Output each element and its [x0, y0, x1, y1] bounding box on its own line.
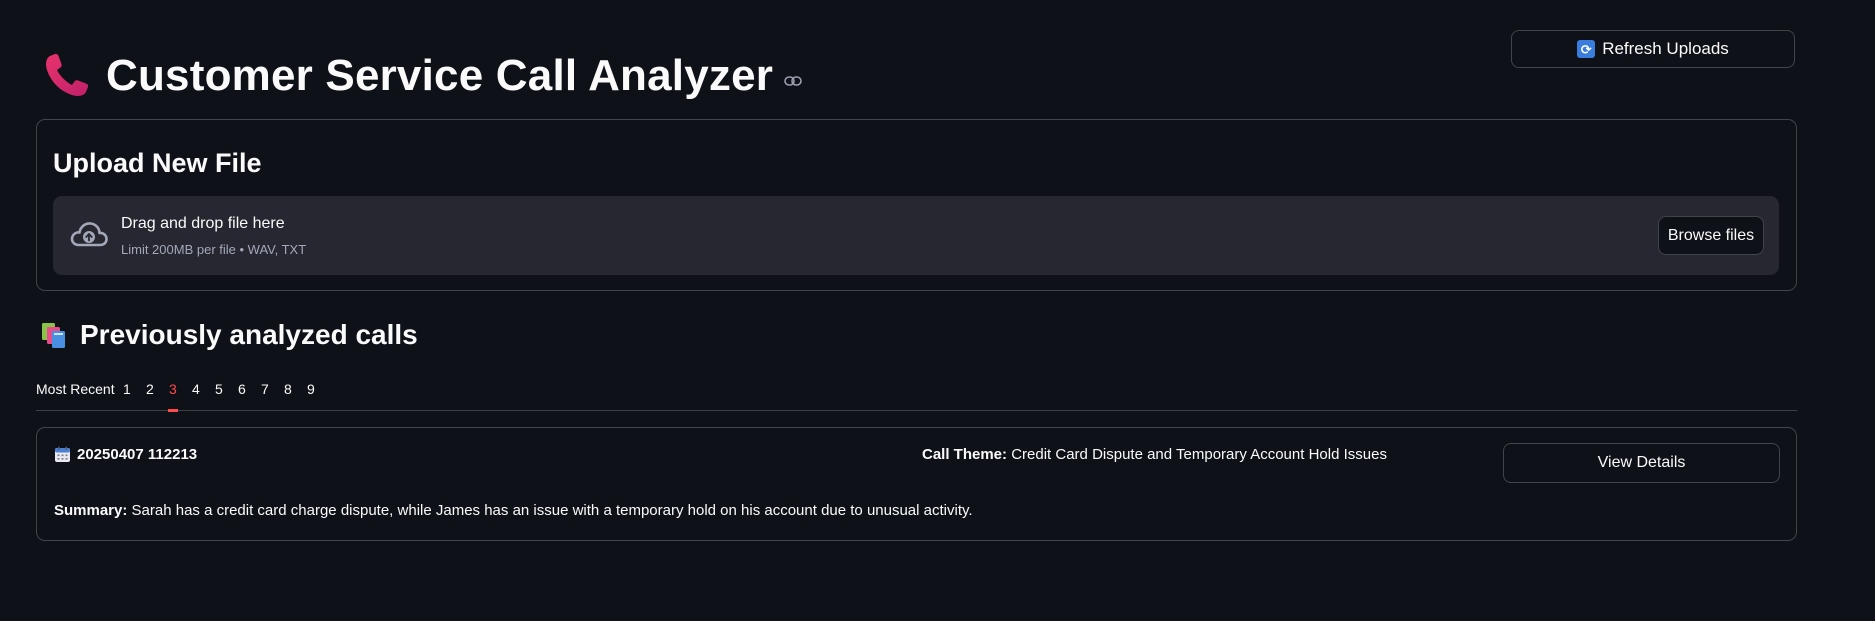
call-id-text: 20250407 112213: [77, 446, 198, 463]
call-theme-label: Call Theme:: [922, 446, 1008, 463]
refresh-uploads-label: Refresh Uploads: [1602, 39, 1729, 58]
call-id: 20250407 112213: [54, 446, 197, 463]
tab-4[interactable]: 4: [192, 381, 200, 409]
tab-6[interactable]: 6: [238, 381, 246, 409]
tab-5[interactable]: 5: [215, 381, 223, 409]
refresh-icon: ⟳: [1577, 40, 1596, 58]
browse-files-button[interactable]: Browse files: [1658, 216, 1764, 255]
history-tabs: Most Recent 1 2 3 4 5 6 7 8 9: [36, 378, 1797, 412]
page-title: Customer Service Call Analyzer: [106, 51, 774, 100]
dropzone-limit: Limit 200MB per file • WAV, TXT: [121, 242, 307, 257]
link-icon[interactable]: [783, 71, 803, 91]
summary-label: Summary:: [54, 502, 128, 519]
history-heading: Previously analyzed calls: [40, 316, 418, 354]
refresh-uploads-button[interactable]: ⟳ Refresh Uploads: [1511, 30, 1795, 68]
upload-card: Upload New File Drag and drop file here …: [36, 119, 1797, 291]
books-icon: [40, 321, 70, 349]
call-card: 20250407 112213 Call Theme: Credit Card …: [36, 427, 1797, 541]
telephone-receiver-icon: [40, 50, 92, 102]
tab-9[interactable]: 9: [307, 381, 315, 409]
page-header: Customer Service Call Analyzer: [40, 44, 803, 108]
dropzone-instructions: Drag and drop file here: [121, 215, 285, 232]
tab-3[interactable]: 3: [168, 381, 178, 412]
file-dropzone[interactable]: Drag and drop file here Limit 200MB per …: [53, 196, 1779, 275]
call-summary: Summary: Sarah has a credit card charge …: [54, 502, 973, 519]
calendar-icon: [54, 446, 71, 463]
tab-2[interactable]: 2: [146, 381, 154, 409]
history-title: Previously analyzed calls: [80, 319, 418, 350]
tab-most-recent[interactable]: Most Recent: [36, 381, 115, 409]
tab-7[interactable]: 7: [261, 381, 269, 409]
upload-title: Upload New File: [53, 148, 262, 178]
summary-text: Sarah has a credit card charge dispute, …: [131, 502, 973, 519]
view-details-button[interactable]: View Details: [1503, 443, 1780, 483]
call-theme: Call Theme: Credit Card Dispute and Temp…: [922, 446, 1387, 463]
tab-1[interactable]: 1: [123, 381, 131, 409]
call-theme-value: Credit Card Dispute and Temporary Accoun…: [1011, 446, 1387, 463]
cloud-upload-icon: [69, 218, 109, 252]
tab-8[interactable]: 8: [284, 381, 292, 409]
